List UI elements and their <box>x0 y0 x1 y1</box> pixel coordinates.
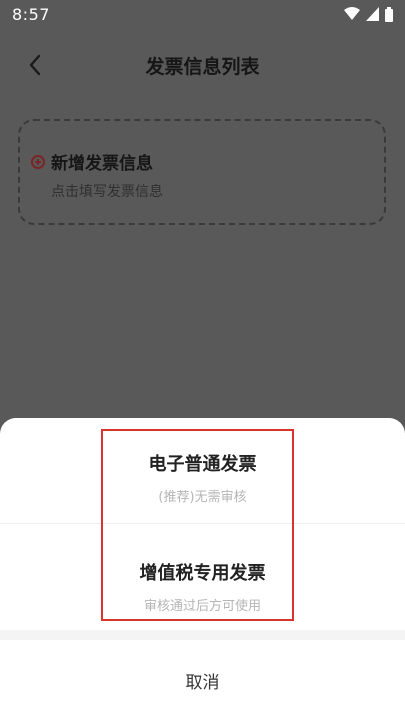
option-title: 电子普通发票 <box>148 454 257 475</box>
divider <box>0 630 405 640</box>
battery-icon <box>385 6 393 22</box>
invoice-type-sheet: 电子普通发票 (推荐)无需审核 增值税专用发票 审核通过后方可使用 取消 <box>0 418 405 720</box>
page-title: 发票信息列表 <box>145 55 260 78</box>
option-electronic-invoice[interactable]: 电子普通发票 (推荐)无需审核 <box>0 418 405 524</box>
add-invoice-row: 新增发票信息 <box>31 149 153 174</box>
status-time: 8:57 <box>12 4 50 24</box>
chevron-left-icon <box>29 54 41 76</box>
status-icons <box>344 6 393 22</box>
option-subtitle: (推荐)无需审核 <box>158 490 247 505</box>
wifi-icon <box>344 7 360 20</box>
add-invoice-title: 新增发票信息 <box>51 154 153 174</box>
nav-bar: 发票信息列表 <box>0 40 405 90</box>
signal-icon <box>366 7 379 21</box>
plus-circle-icon <box>31 154 45 169</box>
option-title: 增值税专用发票 <box>139 563 266 584</box>
add-invoice-subtitle: 点击填写发票信息 <box>51 184 163 200</box>
back-button[interactable] <box>22 52 48 78</box>
cancel-button[interactable]: 取消 <box>0 640 405 720</box>
option-subtitle: 审核通过后方可使用 <box>143 599 261 614</box>
status-bar: 8:57 <box>0 0 405 28</box>
add-invoice-card[interactable]: 新增发票信息 点击填写发票信息 <box>18 119 386 225</box>
option-vat-special-invoice[interactable]: 增值税专用发票 审核通过后方可使用 <box>0 524 405 630</box>
